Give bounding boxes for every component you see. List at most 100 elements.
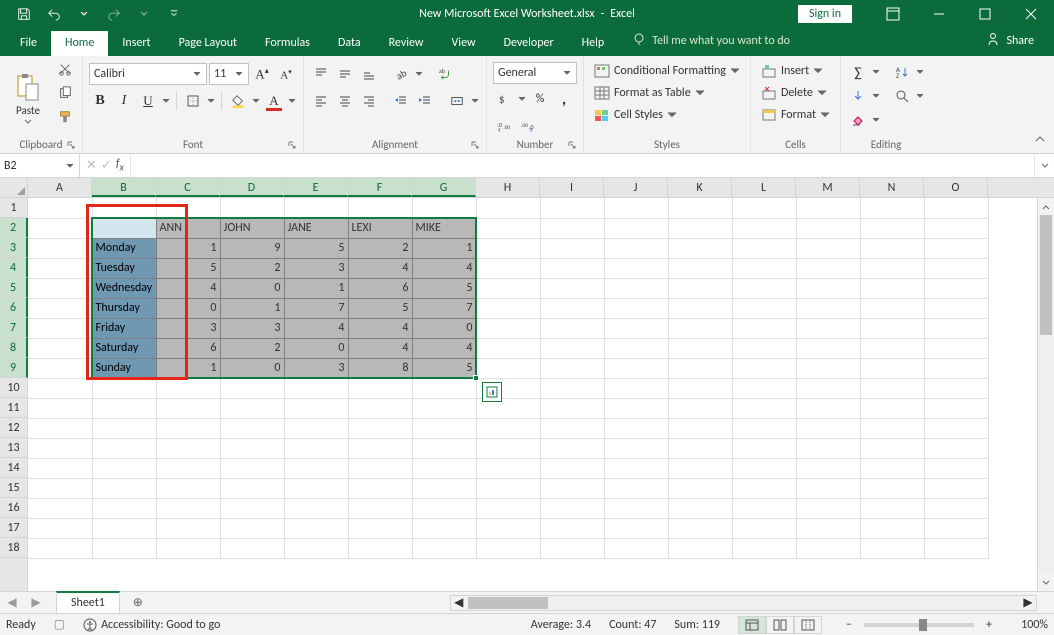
row-header-7[interactable]: 7 [0, 318, 28, 338]
scroll-up-button[interactable] [1038, 198, 1054, 215]
cell-N2[interactable] [860, 218, 924, 238]
cell-N5[interactable] [860, 278, 924, 298]
column-header-J[interactable]: J [604, 178, 668, 197]
cell-F9[interactable]: 8 [348, 358, 412, 378]
cell-C18[interactable] [156, 538, 220, 558]
cell-J3[interactable] [604, 238, 668, 258]
cell-E14[interactable] [284, 458, 348, 478]
row-header-9[interactable]: 9 [0, 358, 28, 378]
cell-A8[interactable] [28, 338, 92, 358]
cell-A3[interactable] [28, 238, 92, 258]
cell-B3[interactable]: Monday [92, 238, 156, 258]
macro-record-icon[interactable]: ▢ [54, 617, 65, 632]
row-header-4[interactable]: 4 [0, 258, 28, 278]
orientation-button[interactable]: ab [390, 63, 412, 85]
cell-I9[interactable] [540, 358, 604, 378]
cell-H9[interactable] [476, 358, 540, 378]
horizontal-scrollbar[interactable]: ◀ ▶ [450, 595, 1037, 611]
column-header-N[interactable]: N [860, 178, 924, 197]
cell-J6[interactable] [604, 298, 668, 318]
cell-O15[interactable] [924, 478, 988, 498]
clear-dropdown[interactable] [871, 116, 881, 124]
cell-J12[interactable] [604, 418, 668, 438]
cell-A1[interactable] [28, 198, 92, 218]
cell-E11[interactable] [284, 398, 348, 418]
cell-L5[interactable] [732, 278, 796, 298]
cell-C14[interactable] [156, 458, 220, 478]
cell-O16[interactable] [924, 498, 988, 518]
cell-D6[interactable]: 1 [220, 298, 284, 318]
cell-K11[interactable] [668, 398, 732, 418]
cell-C6[interactable]: 0 [156, 298, 220, 318]
cell-L17[interactable] [732, 518, 796, 538]
cell-J1[interactable] [604, 198, 668, 218]
fx-icon[interactable]: fx [116, 157, 124, 173]
cell-G3[interactable]: 1 [412, 238, 476, 258]
cell-I1[interactable] [540, 198, 604, 218]
cell-M7[interactable] [796, 318, 860, 338]
percent-button[interactable]: % [529, 88, 551, 110]
cell-A16[interactable] [28, 498, 92, 518]
underline-button[interactable]: U [137, 90, 159, 112]
row-header-6[interactable]: 6 [0, 298, 28, 318]
cell-G9[interactable]: 5 [412, 358, 476, 378]
cell-A13[interactable] [28, 438, 92, 458]
align-middle-button[interactable] [334, 63, 356, 85]
hscroll-thumb[interactable] [468, 597, 548, 609]
cell-M8[interactable] [796, 338, 860, 358]
cell-M17[interactable] [796, 518, 860, 538]
row-header-2[interactable]: 2 [0, 218, 28, 238]
cell-M6[interactable] [796, 298, 860, 318]
cell-A5[interactable] [28, 278, 92, 298]
underline-dropdown[interactable] [161, 97, 171, 105]
clear-button[interactable] [847, 109, 869, 131]
cell-A14[interactable] [28, 458, 92, 478]
tab-help[interactable]: Help [568, 31, 619, 56]
cell-K10[interactable] [668, 378, 732, 398]
cell-K2[interactable] [668, 218, 732, 238]
cell-K12[interactable] [668, 418, 732, 438]
cell-G2[interactable]: MIKE [412, 218, 476, 238]
cell-M16[interactable] [796, 498, 860, 518]
font-size-select[interactable]: 11 [209, 63, 249, 85]
cell-A10[interactable] [28, 378, 92, 398]
cell-J8[interactable] [604, 338, 668, 358]
column-header-M[interactable]: M [796, 178, 860, 197]
cell-L8[interactable] [732, 338, 796, 358]
cell-F5[interactable]: 6 [348, 278, 412, 298]
column-header-H[interactable]: H [476, 178, 540, 197]
cell-M18[interactable] [796, 538, 860, 558]
cell-L10[interactable] [732, 378, 796, 398]
cell-F8[interactable]: 4 [348, 338, 412, 358]
tab-insert[interactable]: Insert [108, 31, 164, 56]
cell-F17[interactable] [348, 518, 412, 538]
cell-H15[interactable] [476, 478, 540, 498]
add-sheet-button[interactable]: ⊕ [126, 595, 150, 610]
column-header-D[interactable]: D [220, 178, 284, 197]
format-as-table-button[interactable]: Format as Table [590, 82, 744, 104]
fill-button[interactable] [847, 85, 869, 107]
cell-K6[interactable] [668, 298, 732, 318]
align-center-button[interactable] [334, 90, 356, 112]
cell-B7[interactable]: Friday [92, 318, 156, 338]
cell-B16[interactable] [92, 498, 156, 518]
scroll-track[interactable] [1038, 215, 1054, 574]
cell-J2[interactable] [604, 218, 668, 238]
increase-decimal-button[interactable]: .0.00 [493, 115, 515, 137]
cell-D7[interactable]: 3 [220, 318, 284, 338]
undo-button[interactable] [40, 2, 68, 26]
cell-L1[interactable] [732, 198, 796, 218]
tab-page-layout[interactable]: Page Layout [165, 31, 251, 56]
row-header-17[interactable]: 17 [0, 518, 27, 538]
cell-N9[interactable] [860, 358, 924, 378]
cell-K15[interactable] [668, 478, 732, 498]
cell-C8[interactable]: 6 [156, 338, 220, 358]
cell-H1[interactable] [476, 198, 540, 218]
cell-F7[interactable]: 4 [348, 318, 412, 338]
cell-B18[interactable] [92, 538, 156, 558]
row-header-11[interactable]: 11 [0, 398, 27, 418]
cell-K7[interactable] [668, 318, 732, 338]
autosum-dropdown[interactable] [871, 68, 881, 76]
collapse-ribbon-button[interactable] [1034, 133, 1046, 149]
cell-N14[interactable] [860, 458, 924, 478]
